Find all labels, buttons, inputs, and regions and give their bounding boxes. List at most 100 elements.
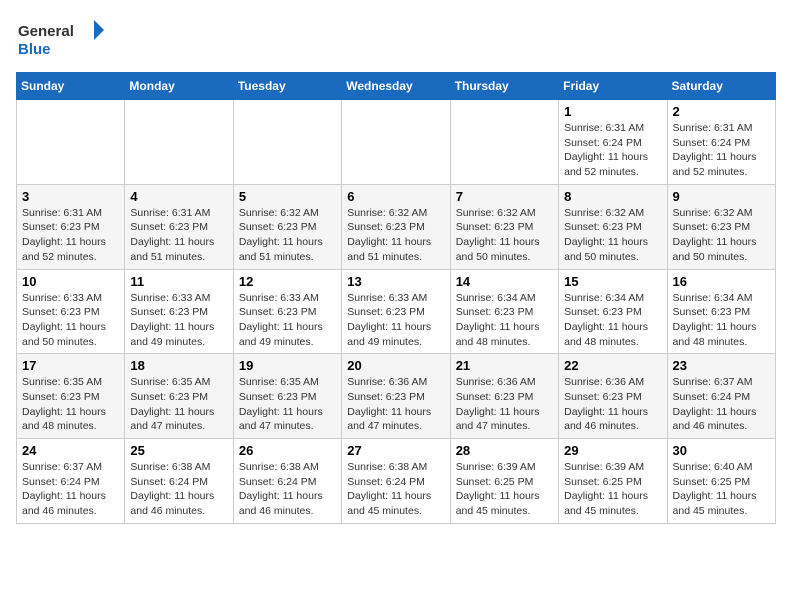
day-info: Sunrise: 6:38 AMSunset: 6:24 PMDaylight:…	[347, 460, 444, 519]
calendar-cell: 26 Sunrise: 6:38 AMSunset: 6:24 PMDayligh…	[233, 439, 341, 524]
day-number: 21	[456, 358, 553, 373]
calendar-cell	[233, 100, 341, 185]
day-info: Sunrise: 6:38 AMSunset: 6:24 PMDaylight:…	[239, 460, 336, 519]
day-number: 12	[239, 274, 336, 289]
calendar-cell: 12 Sunrise: 6:33 AMSunset: 6:23 PMDayligh…	[233, 269, 341, 354]
day-number: 25	[130, 443, 227, 458]
day-number: 4	[130, 189, 227, 204]
day-number: 17	[22, 358, 119, 373]
calendar-cell: 25 Sunrise: 6:38 AMSunset: 6:24 PMDayligh…	[125, 439, 233, 524]
calendar-cell: 22 Sunrise: 6:36 AMSunset: 6:23 PMDayligh…	[559, 354, 667, 439]
day-info: Sunrise: 6:33 AMSunset: 6:23 PMDaylight:…	[239, 291, 336, 350]
day-info: Sunrise: 6:39 AMSunset: 6:25 PMDaylight:…	[564, 460, 661, 519]
calendar-cell: 10 Sunrise: 6:33 AMSunset: 6:23 PMDayligh…	[17, 269, 125, 354]
day-number: 20	[347, 358, 444, 373]
calendar-cell: 6 Sunrise: 6:32 AMSunset: 6:23 PMDaylight…	[342, 184, 450, 269]
day-info: Sunrise: 6:32 AMSunset: 6:23 PMDaylight:…	[456, 206, 553, 265]
calendar-cell: 11Sunrise: 6:33 AMSunset: 6:23 PMDayligh…	[125, 269, 233, 354]
day-number: 22	[564, 358, 661, 373]
day-info: Sunrise: 6:33 AMSunset: 6:23 PMDaylight:…	[22, 291, 119, 350]
day-number: 5	[239, 189, 336, 204]
calendar-cell: 30Sunrise: 6:40 AMSunset: 6:25 PMDayligh…	[667, 439, 775, 524]
day-info: Sunrise: 6:32 AMSunset: 6:23 PMDaylight:…	[239, 206, 336, 265]
calendar-cell: 27 Sunrise: 6:38 AMSunset: 6:24 PMDayligh…	[342, 439, 450, 524]
day-number: 27	[347, 443, 444, 458]
logo: General Blue	[16, 16, 106, 60]
day-info: Sunrise: 6:36 AMSunset: 6:23 PMDaylight:…	[564, 375, 661, 434]
day-of-week-header: Thursday	[450, 73, 558, 100]
day-info: Sunrise: 6:34 AMSunset: 6:23 PMDaylight:…	[456, 291, 553, 350]
svg-text:Blue: Blue	[18, 41, 51, 58]
day-number: 30	[673, 443, 770, 458]
day-number: 29	[564, 443, 661, 458]
day-number: 23	[673, 358, 770, 373]
day-info: Sunrise: 6:37 AMSunset: 6:24 PMDaylight:…	[22, 460, 119, 519]
day-info: Sunrise: 6:34 AMSunset: 6:23 PMDaylight:…	[564, 291, 661, 350]
day-info: Sunrise: 6:35 AMSunset: 6:23 PMDaylight:…	[22, 375, 119, 434]
calendar-cell: 8Sunrise: 6:32 AMSunset: 6:23 PMDaylight…	[559, 184, 667, 269]
calendar-cell: 17 Sunrise: 6:35 AMSunset: 6:23 PMDayligh…	[17, 354, 125, 439]
calendar-header-row: SundayMondayTuesdayWednesdayThursdayFrid…	[17, 73, 776, 100]
calendar-week-row: 3 Sunrise: 6:31 AMSunset: 6:23 PMDaylight…	[17, 184, 776, 269]
calendar-cell: 16 Sunrise: 6:34 AMSunset: 6:23 PMDayligh…	[667, 269, 775, 354]
calendar-cell	[450, 100, 558, 185]
calendar-week-row: 10 Sunrise: 6:33 AMSunset: 6:23 PMDayligh…	[17, 269, 776, 354]
page-header: General Blue	[16, 16, 776, 60]
day-number: 19	[239, 358, 336, 373]
calendar-cell: 2 Sunrise: 6:31 AMSunset: 6:24 PMDaylight…	[667, 100, 775, 185]
day-number: 18	[130, 358, 227, 373]
day-info: Sunrise: 6:32 AMSunset: 6:23 PMDaylight:…	[564, 206, 661, 265]
day-info: Sunrise: 6:37 AMSunset: 6:24 PMDaylight:…	[673, 375, 770, 434]
day-number: 16	[673, 274, 770, 289]
day-number: 24	[22, 443, 119, 458]
day-of-week-header: Wednesday	[342, 73, 450, 100]
day-number: 14	[456, 274, 553, 289]
calendar-cell	[17, 100, 125, 185]
calendar-cell: 5 Sunrise: 6:32 AMSunset: 6:23 PMDaylight…	[233, 184, 341, 269]
day-number: 9	[673, 189, 770, 204]
day-info: Sunrise: 6:36 AMSunset: 6:23 PMDaylight:…	[456, 375, 553, 434]
calendar-week-row: 24 Sunrise: 6:37 AMSunset: 6:24 PMDayligh…	[17, 439, 776, 524]
day-number: 1	[564, 104, 661, 119]
calendar-cell: 29 Sunrise: 6:39 AMSunset: 6:25 PMDayligh…	[559, 439, 667, 524]
day-info: Sunrise: 6:32 AMSunset: 6:23 PMDaylight:…	[673, 206, 770, 265]
day-number: 6	[347, 189, 444, 204]
calendar-cell	[125, 100, 233, 185]
day-number: 2	[673, 104, 770, 119]
day-info: Sunrise: 6:33 AMSunset: 6:23 PMDaylight:…	[347, 291, 444, 350]
day-number: 28	[456, 443, 553, 458]
day-number: 13	[347, 274, 444, 289]
calendar-cell: 4Sunrise: 6:31 AMSunset: 6:23 PMDaylight…	[125, 184, 233, 269]
svg-text:General: General	[18, 23, 74, 40]
calendar-cell: 1Sunrise: 6:31 AMSunset: 6:24 PMDaylight…	[559, 100, 667, 185]
day-info: Sunrise: 6:31 AMSunset: 6:24 PMDaylight:…	[673, 121, 770, 180]
calendar-cell: 24 Sunrise: 6:37 AMSunset: 6:24 PMDayligh…	[17, 439, 125, 524]
calendar-cell: 19 Sunrise: 6:35 AMSunset: 6:23 PMDayligh…	[233, 354, 341, 439]
calendar-cell: 28 Sunrise: 6:39 AMSunset: 6:25 PMDayligh…	[450, 439, 558, 524]
day-info: Sunrise: 6:38 AMSunset: 6:24 PMDaylight:…	[130, 460, 227, 519]
calendar-cell: 7Sunrise: 6:32 AMSunset: 6:23 PMDaylight…	[450, 184, 558, 269]
day-of-week-header: Friday	[559, 73, 667, 100]
calendar-cell	[342, 100, 450, 185]
day-info: Sunrise: 6:34 AMSunset: 6:23 PMDaylight:…	[673, 291, 770, 350]
day-info: Sunrise: 6:35 AMSunset: 6:23 PMDaylight:…	[239, 375, 336, 434]
day-number: 26	[239, 443, 336, 458]
day-info: Sunrise: 6:33 AMSunset: 6:23 PMDaylight:…	[130, 291, 227, 350]
calendar-cell: 3 Sunrise: 6:31 AMSunset: 6:23 PMDaylight…	[17, 184, 125, 269]
calendar-table: SundayMondayTuesdayWednesdayThursdayFrid…	[16, 72, 776, 524]
day-info: Sunrise: 6:32 AMSunset: 6:23 PMDaylight:…	[347, 206, 444, 265]
calendar-cell: 14 Sunrise: 6:34 AMSunset: 6:23 PMDayligh…	[450, 269, 558, 354]
day-number: 10	[22, 274, 119, 289]
logo-svg: General Blue	[16, 16, 106, 60]
calendar-cell: 21 Sunrise: 6:36 AMSunset: 6:23 PMDayligh…	[450, 354, 558, 439]
calendar-cell: 20 Sunrise: 6:36 AMSunset: 6:23 PMDayligh…	[342, 354, 450, 439]
day-number: 3	[22, 189, 119, 204]
day-info: Sunrise: 6:39 AMSunset: 6:25 PMDaylight:…	[456, 460, 553, 519]
calendar-week-row: 17 Sunrise: 6:35 AMSunset: 6:23 PMDayligh…	[17, 354, 776, 439]
calendar-cell: 13 Sunrise: 6:33 AMSunset: 6:23 PMDayligh…	[342, 269, 450, 354]
day-of-week-header: Monday	[125, 73, 233, 100]
calendar-cell: 15Sunrise: 6:34 AMSunset: 6:23 PMDayligh…	[559, 269, 667, 354]
day-info: Sunrise: 6:31 AMSunset: 6:23 PMDaylight:…	[22, 206, 119, 265]
day-info: Sunrise: 6:36 AMSunset: 6:23 PMDaylight:…	[347, 375, 444, 434]
calendar-cell: 18Sunrise: 6:35 AMSunset: 6:23 PMDayligh…	[125, 354, 233, 439]
